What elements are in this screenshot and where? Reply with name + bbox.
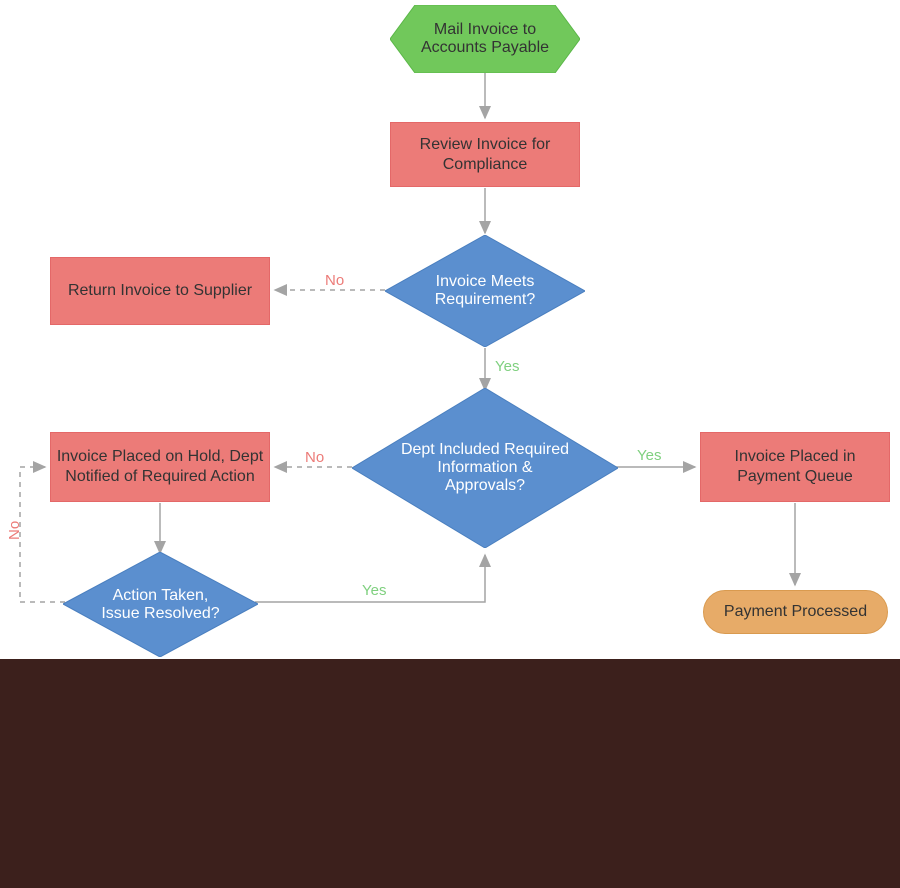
d2-yes-label: Yes xyxy=(637,447,661,464)
review-label: Review Invoice for Compliance xyxy=(391,135,579,175)
hold-process: Invoice Placed on Hold, Dept Notified of… xyxy=(50,432,270,502)
decision1-label: Invoice Meets Requirement? xyxy=(385,235,585,347)
decision-meets-requirement: Invoice Meets Requirement? xyxy=(385,235,585,347)
queue-label: Invoice Placed in Payment Queue xyxy=(701,447,889,487)
return-invoice-process: Return Invoice to Supplier xyxy=(50,257,270,325)
d3-yes-label: Yes xyxy=(362,582,386,599)
d1-no-label: No xyxy=(325,272,344,289)
decision-action-taken: Action Taken, Issue Resolved? xyxy=(63,552,258,657)
start-node: Mail Invoice to Accounts Payable xyxy=(390,5,580,73)
processed-label: Payment Processed xyxy=(724,602,867,622)
review-process: Review Invoice for Compliance xyxy=(390,122,580,187)
payment-queue-process: Invoice Placed in Payment Queue xyxy=(700,432,890,502)
d2-no-label: No xyxy=(305,449,324,466)
return-label: Return Invoice to Supplier xyxy=(68,281,252,301)
decision2-label: Dept Included Required Information & App… xyxy=(352,388,618,548)
hold-label: Invoice Placed on Hold, Dept Notified of… xyxy=(51,447,269,487)
dark-lower-background xyxy=(0,659,900,888)
d3-no-label: No xyxy=(6,521,23,540)
decision-dept-approvals: Dept Included Required Information & App… xyxy=(352,388,618,548)
payment-processed-terminator: Payment Processed xyxy=(703,590,888,634)
flowchart-canvas: Mail Invoice to Accounts Payable Review … xyxy=(0,0,900,888)
start-label: Mail Invoice to Accounts Payable xyxy=(390,5,580,73)
d1-yes-label: Yes xyxy=(495,358,519,375)
decision3-label: Action Taken, Issue Resolved? xyxy=(63,552,258,657)
